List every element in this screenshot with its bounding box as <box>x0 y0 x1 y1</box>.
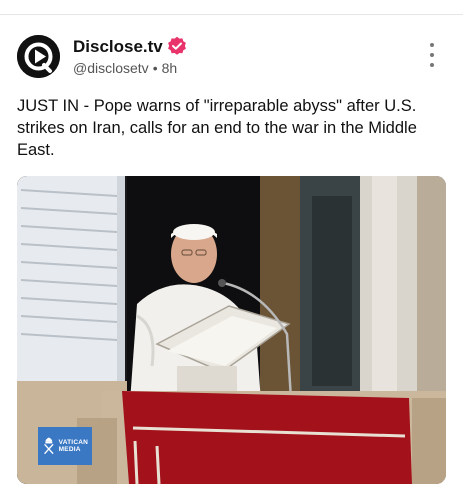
author-name[interactable]: Disclose.tv <box>73 37 163 57</box>
more-options-icon <box>430 43 434 47</box>
watermark-text: VATICAN MEDIA <box>59 439 88 453</box>
more-options-dot <box>430 63 434 67</box>
watermark-line-2: MEDIA <box>58 446 81 453</box>
watermark-line-1: VATICAN <box>58 439 88 446</box>
separator-dot: • <box>152 60 158 76</box>
post-timestamp[interactable]: 8h <box>162 60 178 76</box>
post-text: JUST IN - Pope warns of "irreparable aby… <box>17 97 417 159</box>
more-options-dot <box>430 53 434 57</box>
author-handle[interactable]: @disclosetv <box>73 60 149 76</box>
post-image[interactable]: VATICAN MEDIA <box>17 176 446 484</box>
avatar[interactable] <box>17 35 60 78</box>
vatican-keys-icon <box>44 437 54 455</box>
play-logo-icon <box>17 35 60 78</box>
verified-badge-icon <box>168 36 186 55</box>
post-card: Disclose.tv @disclosetv • 8h JUST IN - P… <box>0 15 463 500</box>
author-meta: @disclosetv • 8h <box>73 60 177 76</box>
more-options-button[interactable] <box>423 43 441 67</box>
vatican-media-watermark: VATICAN MEDIA <box>38 427 92 465</box>
